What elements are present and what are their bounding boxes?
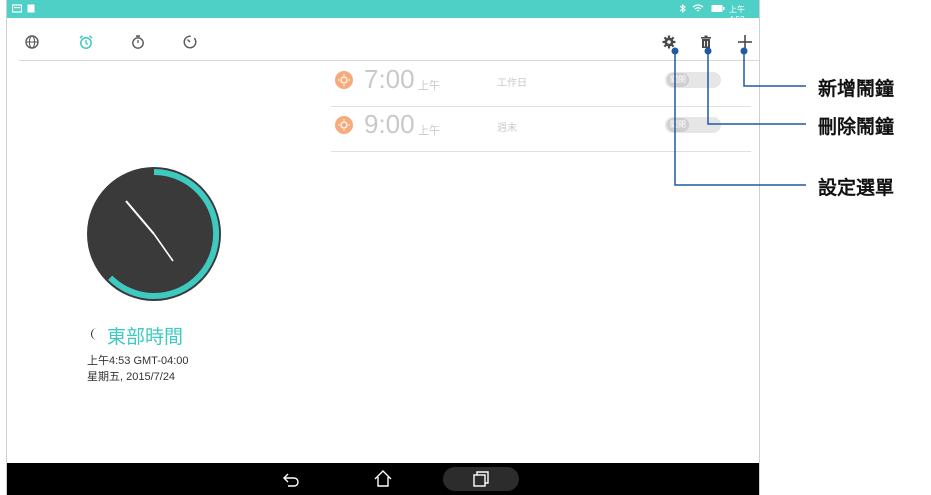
- alarm-time: 7:00: [364, 64, 415, 94]
- tablet-screen: 上午4:53 7:00 上午 工作日 關閉 9:00 上午 週末 關閉 東部時間…: [6, 0, 760, 495]
- back-button[interactable]: [279, 469, 303, 489]
- battery-icon: [711, 5, 725, 12]
- notification-icon: [12, 4, 22, 13]
- timer-icon: [183, 35, 197, 49]
- trash-icon: [701, 35, 711, 48]
- toolbar-divider: [19, 60, 759, 61]
- sun-icon: [335, 71, 353, 89]
- timezone-name: 東部時間: [107, 327, 184, 348]
- alarm-repeat: 週末: [497, 123, 517, 134]
- add-alarm-button[interactable]: [735, 32, 755, 52]
- alarm-row[interactable]: 9:00 上午 週末 關閉: [331, 107, 751, 152]
- recent-apps-icon: [473, 471, 489, 487]
- wifi-icon: [692, 4, 704, 12]
- plus-icon: [738, 35, 752, 49]
- status-bar: 上午4:53: [7, 0, 759, 24]
- sun-icon: [335, 116, 353, 134]
- status-time: 上午4:53: [729, 5, 745, 24]
- delete-alarm-button[interactable]: [696, 32, 716, 52]
- callout-label-settings-menu: 設定選單: [818, 178, 895, 199]
- settings-button[interactable]: [659, 32, 679, 52]
- alarm-ampm: 上午: [418, 80, 440, 92]
- local-time: 上午4:53 GMT-04:00: [87, 355, 189, 367]
- alarm-toggle[interactable]: 關閉: [665, 72, 721, 88]
- alarm-repeat: 工作日: [497, 78, 527, 89]
- moon-icon: [91, 328, 97, 340]
- callout-label-add-alarm: 新增鬧鐘: [818, 79, 895, 100]
- screenshot-icon: [27, 4, 35, 13]
- tab-stopwatch[interactable]: [128, 32, 148, 52]
- alarm-toggle[interactable]: 關閉: [665, 117, 721, 133]
- globe-icon: [25, 35, 39, 49]
- tab-alarm[interactable]: [76, 32, 96, 52]
- navigation-bar: [7, 463, 759, 495]
- alarm-row[interactable]: 7:00 上午 工作日 關閉: [331, 62, 751, 107]
- local-date: 星期五, 2015/7/24: [87, 371, 176, 383]
- bluetooth-icon: [679, 4, 686, 13]
- analog-clock: [87, 167, 221, 301]
- toggle-label: 關閉: [667, 118, 689, 132]
- tab-timer[interactable]: [180, 32, 200, 52]
- toggle-label: 關閉: [667, 73, 689, 87]
- back-icon: [283, 473, 299, 487]
- recent-apps-button[interactable]: [469, 469, 493, 489]
- tab-world-clock[interactable]: [22, 32, 42, 52]
- home-icon: [374, 470, 392, 487]
- stopwatch-icon: [132, 35, 144, 49]
- home-button[interactable]: [371, 469, 395, 489]
- alarm-time: 9:00: [364, 109, 415, 139]
- gear-icon: [662, 35, 676, 49]
- alarm-ampm: 上午: [418, 125, 440, 137]
- alarm-clock-icon: [79, 35, 93, 49]
- callout-label-delete-alarm: 刪除鬧鐘: [818, 117, 895, 138]
